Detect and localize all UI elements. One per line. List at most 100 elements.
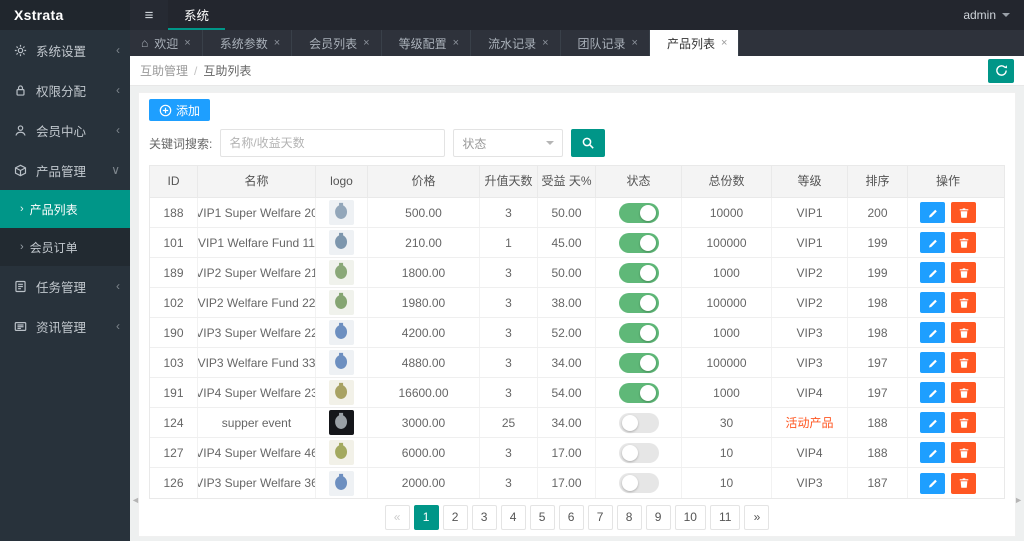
tab[interactable]: 流水记录 × bbox=[471, 30, 561, 56]
cell-benefit: 50.00 bbox=[538, 258, 596, 287]
trash-icon bbox=[959, 207, 968, 218]
edit-button[interactable] bbox=[920, 322, 945, 343]
tab-close-icon[interactable]: × bbox=[184, 37, 190, 49]
sidebar-subitem-label: 产品列表 bbox=[29, 202, 78, 217]
status-toggle[interactable] bbox=[618, 292, 659, 313]
sidebar-item[interactable]: 系统设置 ‹ bbox=[0, 30, 130, 70]
page-button[interactable]: 3 bbox=[471, 505, 497, 530]
edit-button[interactable] bbox=[920, 292, 945, 313]
status-toggle[interactable] bbox=[618, 202, 659, 223]
page-button[interactable]: 11 bbox=[709, 505, 741, 530]
status-toggle[interactable] bbox=[618, 232, 659, 253]
scroll-left-icon[interactable]: ◄ bbox=[131, 495, 140, 505]
edit-button[interactable] bbox=[920, 412, 945, 433]
edit-icon bbox=[928, 209, 937, 218]
tab-close-icon[interactable]: × bbox=[453, 37, 459, 49]
page-button[interactable]: 9 bbox=[645, 505, 671, 530]
delete-button[interactable] bbox=[951, 202, 976, 223]
nav-item-system[interactable]: 系统 bbox=[168, 0, 226, 30]
hamburger-icon[interactable]: ≡ bbox=[130, 0, 168, 30]
cell-name: VIP4 Super Welfare 23 bbox=[198, 378, 316, 407]
cell-price: 1800.00 bbox=[368, 258, 480, 287]
page-button[interactable]: 1 bbox=[413, 505, 439, 530]
cell-id: 191 bbox=[150, 378, 198, 407]
tab[interactable]: 团队记录 × bbox=[561, 30, 650, 56]
cell-sort: 199 bbox=[848, 228, 908, 257]
delete-button[interactable] bbox=[951, 232, 976, 253]
cell-id: 103 bbox=[150, 348, 198, 377]
tab-close-icon[interactable]: × bbox=[542, 37, 548, 49]
sidebar-item[interactable]: 任务管理 ‹ bbox=[0, 266, 130, 306]
edit-button[interactable] bbox=[920, 382, 945, 403]
username: admin bbox=[963, 8, 996, 22]
delete-button[interactable] bbox=[951, 292, 976, 313]
delete-button[interactable] bbox=[951, 472, 976, 494]
user-icon bbox=[14, 124, 28, 137]
sidebar-item[interactable]: 产品管理 ∨ bbox=[0, 150, 130, 190]
refresh-button[interactable] bbox=[988, 58, 1014, 83]
product-list-card: 添加 关键词搜索: 状态 ID 名称 bbox=[138, 92, 1016, 537]
status-select[interactable]: 状态 bbox=[453, 129, 564, 157]
task-icon bbox=[14, 280, 28, 293]
cell-logo bbox=[316, 468, 368, 498]
status-toggle[interactable] bbox=[618, 412, 659, 433]
tab-close-icon[interactable]: × bbox=[721, 37, 727, 49]
add-button[interactable]: 添加 bbox=[149, 99, 211, 121]
edit-button[interactable] bbox=[920, 262, 945, 283]
cell-sort: 188 bbox=[848, 408, 908, 437]
page-button[interactable]: 7 bbox=[587, 505, 613, 530]
page-button[interactable]: 4 bbox=[500, 505, 526, 530]
cell-name: VIP3 Super Welfare 36 bbox=[198, 468, 316, 498]
column-header: 操作 bbox=[935, 174, 960, 188]
page-button[interactable]: 2 bbox=[442, 505, 468, 530]
prev-page-button[interactable]: « bbox=[384, 505, 410, 530]
status-toggle[interactable] bbox=[618, 262, 659, 283]
status-toggle[interactable] bbox=[618, 352, 659, 373]
user-menu[interactable]: admin bbox=[963, 8, 1024, 22]
delete-button[interactable] bbox=[951, 412, 976, 433]
sidebar-subitem[interactable]: › 产品列表 bbox=[0, 190, 130, 228]
sidebar-item-label: 任务管理 bbox=[36, 280, 87, 295]
edit-button[interactable] bbox=[920, 202, 945, 223]
status-toggle[interactable] bbox=[618, 473, 659, 493]
cell-price: 4880.00 bbox=[368, 348, 480, 377]
delete-button[interactable] bbox=[951, 262, 976, 283]
tab-label: 系统参数 bbox=[219, 36, 268, 51]
page-button[interactable]: 5 bbox=[529, 505, 555, 530]
edit-button[interactable] bbox=[920, 352, 945, 373]
page-button[interactable]: 10 bbox=[674, 505, 706, 530]
cell-total: 1000 bbox=[682, 258, 772, 287]
edit-icon bbox=[928, 359, 937, 368]
sidebar-item[interactable]: 权限分配 ‹ bbox=[0, 70, 130, 110]
tab[interactable]: 系统参数 × bbox=[203, 30, 293, 56]
edit-button[interactable] bbox=[920, 232, 945, 253]
tab[interactable]: ⌂ 欢迎 × bbox=[130, 30, 203, 56]
page-button[interactable]: 8 bbox=[616, 505, 642, 530]
product-logo bbox=[329, 230, 354, 255]
tab-close-icon[interactable]: × bbox=[274, 37, 280, 49]
edit-button[interactable] bbox=[920, 472, 945, 494]
tab[interactable]: 等级配置 × bbox=[382, 30, 472, 56]
status-toggle[interactable] bbox=[618, 382, 659, 403]
sidebar-subitem[interactable]: › 会员订单 bbox=[0, 228, 130, 266]
tab[interactable]: 产品列表 × bbox=[649, 30, 740, 56]
sidebar-item[interactable]: 资讯管理 ‹ bbox=[0, 306, 130, 346]
sidebar-item[interactable]: 会员中心 ‹ bbox=[0, 110, 130, 150]
delete-button[interactable] bbox=[951, 382, 976, 403]
breadcrumb-parent[interactable]: 互助管理 bbox=[140, 62, 188, 79]
edit-button[interactable] bbox=[920, 442, 945, 463]
status-toggle[interactable] bbox=[618, 322, 659, 343]
search-button[interactable] bbox=[571, 129, 606, 157]
status-toggle[interactable] bbox=[618, 442, 659, 463]
page-button[interactable]: 6 bbox=[558, 505, 584, 530]
keyword-input[interactable] bbox=[220, 129, 446, 157]
tab-close-icon[interactable]: × bbox=[632, 37, 638, 49]
delete-button[interactable] bbox=[951, 442, 976, 463]
tab[interactable]: 会员列表 × bbox=[292, 30, 382, 56]
cell-benefit: 52.00 bbox=[538, 318, 596, 347]
tab-close-icon[interactable]: × bbox=[363, 37, 369, 49]
scroll-right-icon[interactable]: ► bbox=[1014, 495, 1023, 505]
next-page-button[interactable]: » bbox=[744, 505, 770, 530]
delete-button[interactable] bbox=[951, 352, 976, 373]
delete-button[interactable] bbox=[951, 322, 976, 343]
